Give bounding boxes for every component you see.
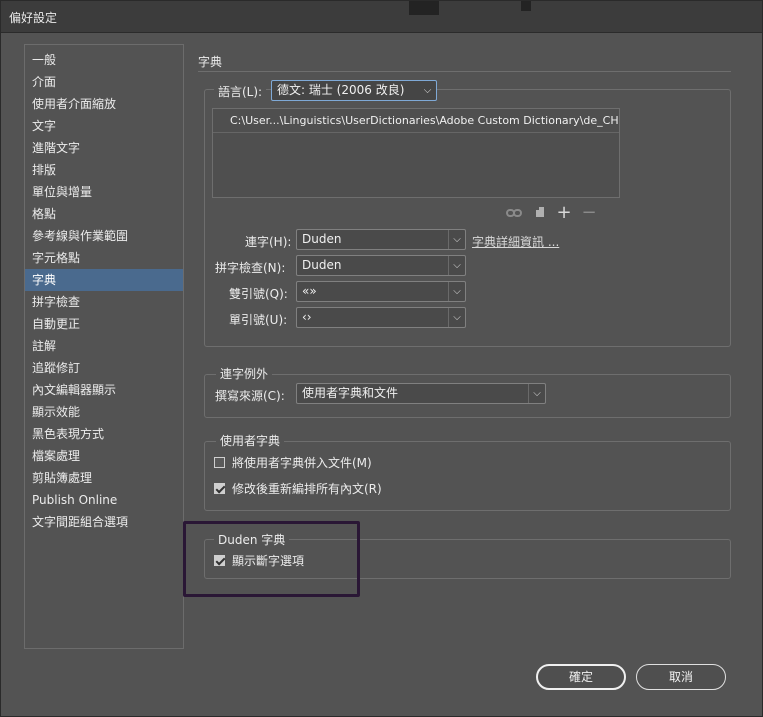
sidebar-item[interactable]: Publish Online [25, 489, 183, 511]
recompose-label: 修改後重新編排所有內文(R) [232, 482, 382, 496]
sidebar-item[interactable]: 追蹤修訂 [25, 357, 183, 379]
chevron-down-icon: ⌵ [423, 85, 432, 96]
section-title: 字典 [198, 55, 223, 69]
chevron-down-icon: ⌵ [528, 384, 545, 403]
merge-user-dictionary-option[interactable]: 將使用者字典併入文件(M) [214, 454, 372, 471]
double-quotes-value: «» [302, 284, 317, 298]
dictionary-list[interactable]: C:\User...\Linguistics\UserDictionaries\… [212, 108, 620, 198]
hyphenation-value: Duden [302, 232, 342, 246]
spelling-select[interactable]: Duden ⌵ [296, 255, 466, 276]
recompose-option[interactable]: 修改後重新編排所有內文(R) [214, 480, 382, 497]
sidebar-item[interactable]: 自動更正 [25, 313, 183, 335]
title-bar-decoration [521, 1, 531, 11]
compose-using-value: 使用者字典和文件 [302, 386, 399, 400]
hyphen-exceptions-legend: 連字例外 [216, 365, 273, 382]
title-bar-decoration [409, 1, 439, 15]
sidebar-item[interactable]: 顯示效能 [25, 401, 183, 423]
ok-button[interactable]: 確定 [536, 664, 626, 690]
spelling-value: Duden [302, 258, 342, 272]
spelling-label: 拼字檢查(N): [215, 261, 286, 275]
preferences-dialog: 偏好設定 一般 介面 使用者介面縮放 文字 進階文字 排版 單位與增量 格點 參考線與作業範圍字… [0, 0, 763, 717]
sidebar-item[interactable]: 文字間距組合選項 [25, 511, 183, 533]
compose-using-label: 撰寫來源(C): [215, 389, 285, 403]
cancel-button[interactable]: 取消 [636, 664, 726, 690]
sidebar-item[interactable]: 註解 [25, 335, 183, 357]
category-sidebar: 一般 介面 使用者介面縮放 文字 進階文字 排版 單位與增量 格點 參考線與作業範圍 字元格點 字典… [24, 44, 184, 649]
dictionary-list-item[interactable]: C:\User...\Linguistics\UserDictionaries\… [213, 109, 619, 133]
merge-user-dictionary-label: 將使用者字典併入文件(M) [232, 456, 372, 470]
sidebar-item[interactable]: 內文編輯器顯示 [25, 379, 183, 401]
sidebar-item[interactable]: 一般 [25, 49, 183, 71]
chevron-down-icon: ⌵ [448, 308, 465, 327]
dictionary-info-link[interactable]: 字典詳細資訊 ... [472, 233, 559, 250]
new-page-icon[interactable] [532, 206, 548, 220]
single-quotes-select[interactable]: ‹› ⌵ [296, 307, 466, 328]
highlight-annotation-box [183, 521, 360, 597]
sidebar-item[interactable]: 排版 [25, 159, 183, 181]
user-dictionary-group [204, 441, 731, 511]
sidebar-item[interactable]: 介面 [25, 71, 183, 93]
sidebar-item[interactable]: 參考線與作業範圍 [25, 225, 183, 247]
sidebar-item[interactable]: 使用者介面縮放 [25, 93, 183, 115]
plus-icon[interactable]: + [556, 204, 572, 222]
compose-using-select[interactable]: 使用者字典和文件 ⌵ [296, 383, 546, 404]
language-select[interactable]: 德文: 瑞士 (2006 改良) ⌵ [271, 80, 437, 101]
hyphenation-select[interactable]: Duden ⌵ [296, 229, 466, 250]
merge-user-dictionary-checkbox[interactable] [214, 457, 225, 468]
category-list: 一般 介面 使用者介面縮放 文字 進階文字 排版 單位與增量 格點 參考線與作業範圍 字元格點 字典… [25, 45, 183, 533]
single-quotes-value: ‹› [302, 310, 312, 324]
link-icon[interactable] [506, 206, 522, 220]
double-quotes-select[interactable]: «» ⌵ [296, 281, 466, 302]
chevron-down-icon: ⌵ [448, 230, 465, 249]
section-divider [198, 71, 731, 72]
sidebar-item[interactable]: 檔案處理 [25, 445, 183, 467]
double-quotes-label: 雙引號(Q): [229, 287, 288, 301]
sidebar-item[interactable]: 剪貼簿處理 [25, 467, 183, 489]
title-bar: 偏好設定 [1, 1, 762, 33]
chevron-down-icon: ⌵ [448, 256, 465, 275]
recompose-checkbox[interactable] [214, 483, 225, 494]
sidebar-item[interactable]: 黑色表現方式 [25, 423, 183, 445]
sidebar-item[interactable]: 格點 [25, 203, 183, 225]
sidebar-item[interactable]: 進階文字 [25, 137, 183, 159]
chevron-down-icon: ⌵ [448, 282, 465, 301]
hyphenation-label: 連字(H): [245, 235, 292, 249]
minus-icon[interactable]: − [581, 204, 597, 222]
language-label: 語言(L): [214, 83, 267, 100]
single-quotes-label: 單引號(U): [229, 313, 288, 327]
sidebar-item[interactable]: 拼字檢查 [25, 291, 183, 313]
user-dictionary-legend: 使用者字典 [216, 432, 285, 449]
sidebar-item[interactable]: 文字 [25, 115, 183, 137]
sidebar-item[interactable]: 字元格點 [25, 247, 183, 269]
window-title: 偏好設定 [9, 11, 58, 25]
sidebar-item[interactable]: 字典 [25, 269, 183, 291]
language-value: 德文: 瑞士 (2006 改良) [277, 83, 405, 97]
sidebar-item[interactable]: 單位與增量 [25, 181, 183, 203]
